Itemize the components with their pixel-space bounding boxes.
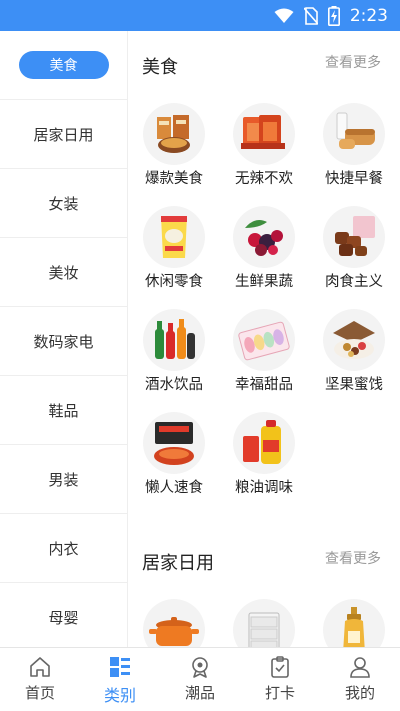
sidebar-item-baby[interactable]: 母婴	[0, 583, 127, 647]
subcategory-item[interactable]	[309, 591, 399, 647]
subcategory-item[interactable]: 无辣不欢	[219, 95, 309, 198]
category-content: 美食 查看更多 爆款美食 无辣不欢 快捷早餐 休闲零食 生鲜果蔬 肉食主义 酒水…	[129, 31, 400, 647]
subcategory-label: 懒人速食	[145, 480, 203, 496]
sidebar-item-home-daily[interactable]: 居家日用	[0, 100, 127, 169]
sidebar-item-mens-wear[interactable]: 男装	[0, 445, 127, 514]
subcategory-item[interactable]: 肉食主义	[309, 198, 399, 301]
subcategory-label: 生鲜果蔬	[235, 274, 293, 290]
checkin-icon	[271, 656, 289, 678]
trend-badge-icon	[192, 657, 208, 678]
subcategory-label: 幸福甜品	[235, 377, 293, 393]
tab-checkin[interactable]: 打卡	[240, 648, 320, 711]
subcategory-item[interactable]: 酒水饮品	[129, 301, 219, 404]
section-title: 美食	[142, 57, 178, 78]
view-more-link[interactable]: 查看更多	[325, 52, 381, 72]
sidebar-item-label: 美妆	[48, 263, 79, 282]
subcategory-item[interactable]: 懒人速食	[129, 404, 219, 507]
cooking-pot-icon	[143, 599, 205, 647]
subcategory-label: 酒水饮品	[145, 377, 203, 393]
tab-trend[interactable]: 潮品	[160, 648, 240, 711]
nuts-box-icon	[323, 309, 385, 371]
subcategory-grid	[129, 591, 400, 647]
tab-category[interactable]: 类别	[80, 648, 160, 711]
no-sim-icon	[303, 6, 318, 25]
tab-label: 首页	[24, 684, 55, 702]
bottom-tab-bar: 首页 类别 潮品 打卡 我的	[0, 647, 400, 711]
subcategory-item[interactable]: 幸福甜品	[219, 301, 309, 404]
macaron-box-icon	[233, 309, 295, 371]
subcategory-label: 休闲零食	[145, 274, 203, 290]
subcategory-label: 无辣不欢	[235, 171, 293, 187]
chips-bag-icon	[143, 206, 205, 268]
subcategory-item[interactable]: 坚果蜜饯	[309, 301, 399, 404]
sidebar-item-label: 内衣	[48, 539, 79, 558]
status-bar: 2:23	[0, 0, 400, 31]
section-header: 居家日用 查看更多	[129, 527, 400, 591]
sidebar-item-label: 男装	[48, 470, 79, 489]
sidebar-item-label: 女装	[48, 194, 79, 213]
sidebar-item-shoes[interactable]: 鞋品	[0, 376, 127, 445]
sidebar-item-label: 鞋品	[48, 401, 79, 420]
subcategory-item[interactable]: 快捷早餐	[309, 95, 399, 198]
subcategory-label: 坚果蜜饯	[325, 377, 383, 393]
bread-milk-icon	[323, 103, 385, 165]
spicy-strips-icon	[233, 103, 295, 165]
instant-noodle-icon	[143, 412, 205, 474]
subcategory-item[interactable]: 爆款美食	[129, 95, 219, 198]
subcategory-grid: 爆款美食 无辣不欢 快捷早餐 休闲零食 生鲜果蔬 肉食主义 酒水饮品 幸福甜品 …	[129, 95, 400, 507]
wifi-icon	[274, 8, 294, 23]
section-title: 居家日用	[142, 553, 214, 574]
subcategory-item[interactable]: 休闲零食	[129, 198, 219, 301]
profile-icon	[350, 657, 370, 678]
home-icon	[30, 657, 50, 677]
status-time: 2:23	[349, 5, 388, 26]
view-more-link[interactable]: 查看更多	[325, 548, 381, 568]
subcategory-item[interactable]	[219, 591, 309, 647]
storage-drawer-icon	[233, 599, 295, 647]
tab-label: 类别	[103, 686, 136, 705]
battery-charging-icon	[327, 5, 340, 26]
drink-bottles-icon	[143, 309, 205, 371]
tab-profile[interactable]: 我的	[320, 648, 400, 711]
subcategory-label: 爆款美食	[145, 171, 203, 187]
meat-cubes-icon	[323, 206, 385, 268]
subcategory-item[interactable]: 生鲜果蔬	[219, 198, 309, 301]
sidebar-item-womens-wear[interactable]: 女装	[0, 169, 127, 238]
subcategory-item[interactable]: 粮油调味	[219, 404, 309, 507]
tab-label: 我的	[344, 684, 375, 702]
snack-box-icon	[143, 103, 205, 165]
category-icon	[110, 657, 130, 677]
sidebar-item-electronics[interactable]: 数码家电	[0, 307, 127, 376]
subcategory-label: 快捷早餐	[325, 171, 383, 187]
sidebar-item-makeup[interactable]: 美妆	[0, 238, 127, 307]
berries-icon	[233, 206, 295, 268]
sidebar-item-underwear[interactable]: 内衣	[0, 514, 127, 583]
subcategory-item[interactable]	[129, 591, 219, 647]
section-header: 美食 查看更多	[129, 31, 400, 95]
tab-home[interactable]: 首页	[0, 648, 80, 711]
sidebar-item-label: 数码家电	[33, 332, 94, 351]
tab-label: 潮品	[184, 684, 215, 702]
subcategory-label: 肉食主义	[325, 274, 383, 290]
category-sidebar: 美食 居家日用 女装 美妆 数码家电 鞋品 男装 内衣 母婴	[0, 31, 128, 647]
subcategory-label: 粮油调味	[235, 480, 293, 496]
sidebar-item-label: 母婴	[48, 608, 79, 627]
sidebar-item-label: 居家日用	[33, 125, 94, 144]
tab-label: 打卡	[264, 684, 295, 702]
sidebar-item-food[interactable]: 美食	[0, 31, 127, 100]
sidebar-item-label: 美食	[18, 51, 109, 79]
shampoo-bottle-icon	[323, 599, 385, 647]
cooking-oil-icon	[233, 412, 295, 474]
